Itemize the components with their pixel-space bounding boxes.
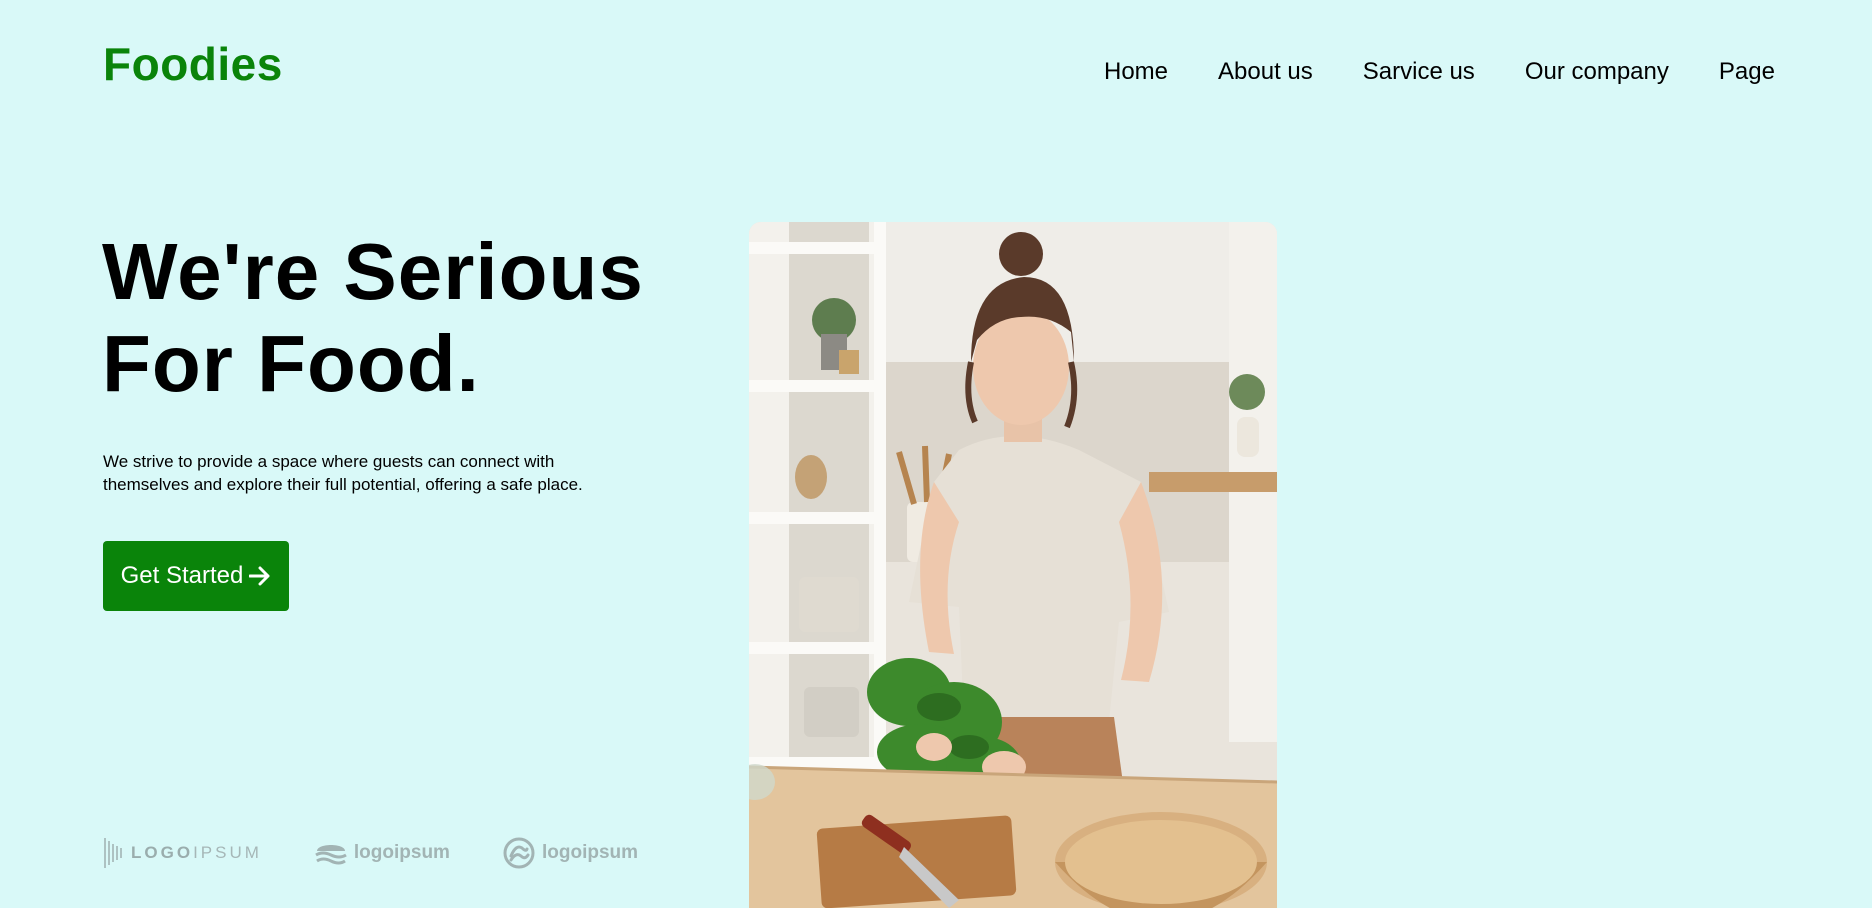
nav-page[interactable]: Page [1719, 56, 1775, 88]
hero-image [749, 222, 1277, 908]
main-nav: Home About us Sarvice us Our company Pag… [1104, 56, 1775, 88]
nav-our-company[interactable]: Our company [1525, 56, 1669, 88]
partner-logos: LOGOIPSUM logoipsum logoipsum [103, 836, 638, 870]
arrow-right-icon [249, 566, 270, 586]
partner-logo-3-text: logoipsum [541, 842, 639, 863]
wave-icon [315, 845, 347, 865]
circle-swirl-icon [503, 837, 535, 869]
woman-with-lettuce-illustration [749, 222, 1277, 908]
nav-about-us[interactable]: About us [1218, 56, 1313, 88]
partner-logo-1-text-b: IPSUM [193, 843, 262, 862]
hero-title-line-1: We're Serious [102, 227, 644, 316]
brand-logo[interactable]: Foodies [103, 34, 283, 94]
partner-logo-2: logoipsum [314, 836, 450, 870]
get-started-label: Get Started [120, 562, 244, 589]
hero-title: We're Serious For Food. [102, 226, 644, 410]
hero-title-line-2: For Food. [102, 319, 480, 408]
nav-home[interactable]: Home [1104, 56, 1168, 88]
partner-logo-1-text-a: LOGO [131, 843, 194, 862]
barcode-icon [104, 838, 122, 868]
partner-logo-1: LOGOIPSUM [103, 836, 262, 870]
partner-logo-3: logoipsum [502, 836, 638, 870]
partner-logo-2-text: logoipsum [353, 842, 450, 863]
nav-service-us[interactable]: Sarvice us [1363, 56, 1475, 88]
hero-description: We strive to provide a space where guest… [103, 452, 583, 494]
get-started-button[interactable]: Get Started [103, 541, 289, 611]
